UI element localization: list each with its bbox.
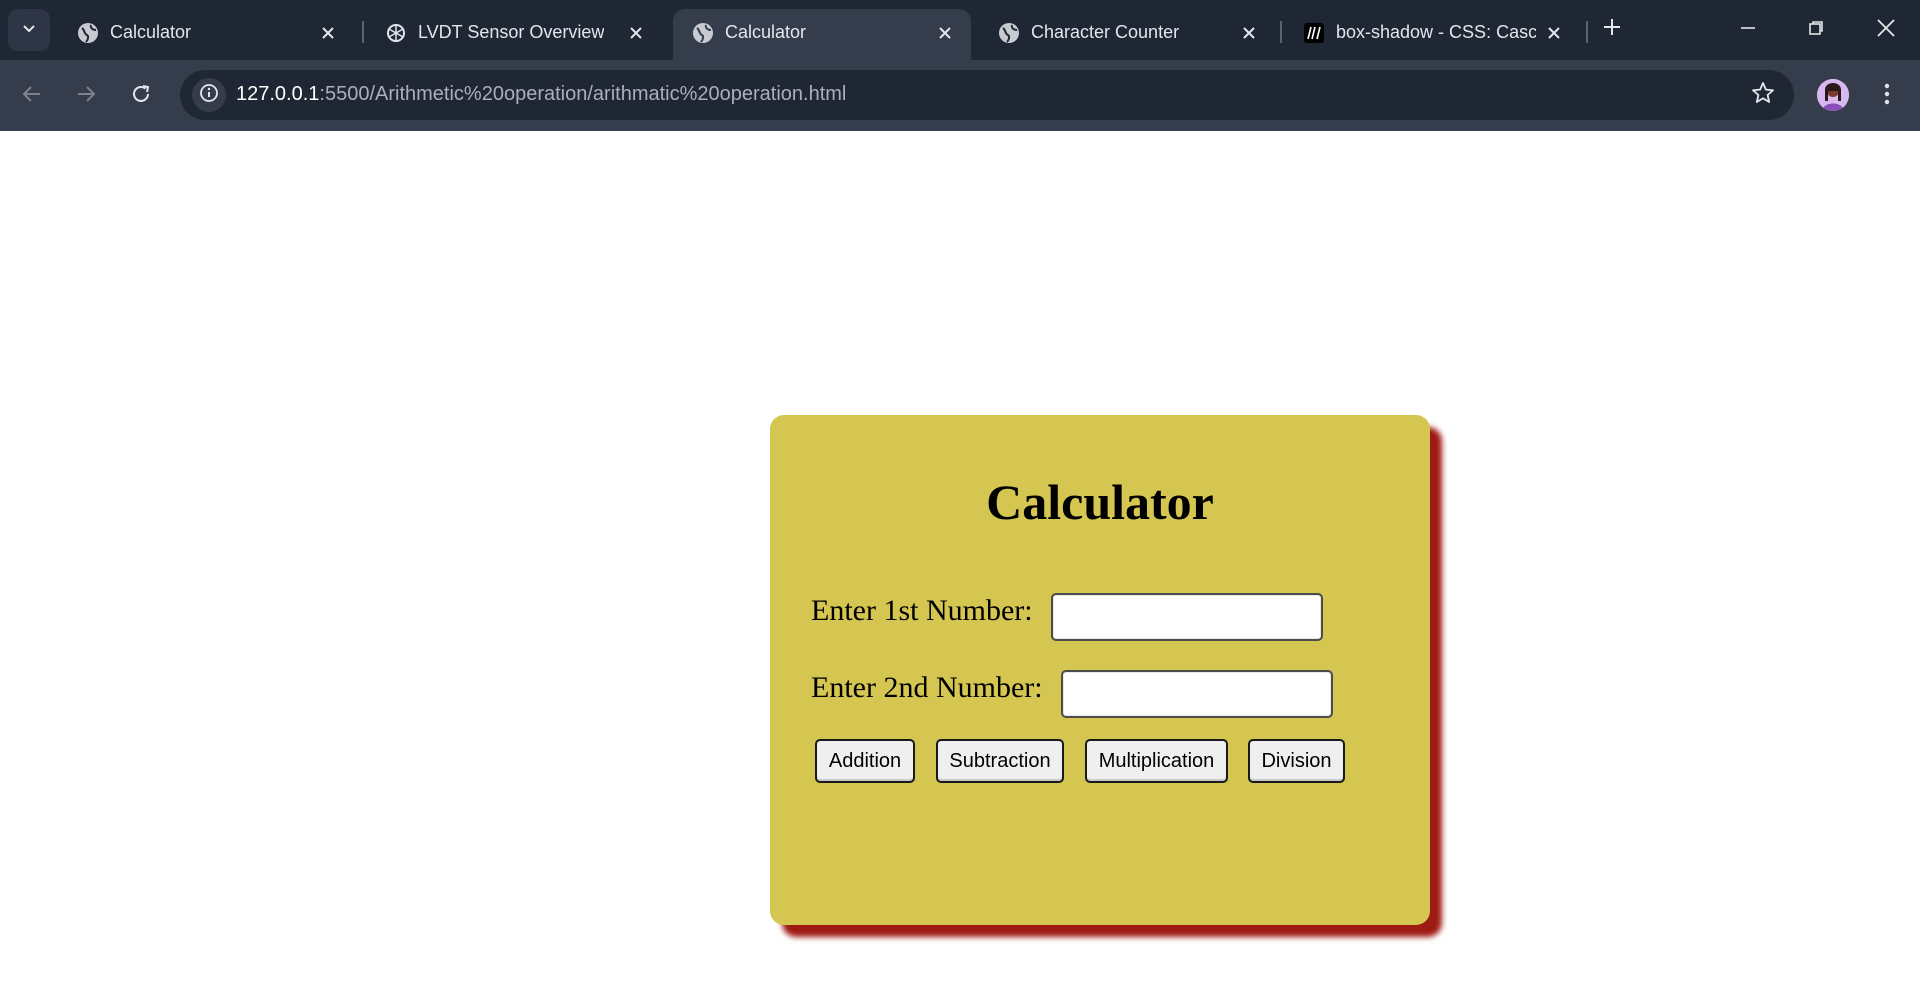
browser-toolbar: 127.0.0.1:5500/Arithmetic%20operation/ar… [0, 60, 1920, 131]
restore-icon [1808, 20, 1824, 41]
close-icon[interactable] [1542, 21, 1566, 45]
url-path: :5500/Arithmetic%20operation/arithmatic%… [319, 83, 847, 105]
tab-separator [1586, 21, 1588, 43]
first-number-input[interactable] [1051, 593, 1323, 641]
tab-separator [1280, 21, 1282, 43]
multiplication-button[interactable]: Multiplication [1085, 739, 1228, 783]
second-number-input[interactable] [1061, 670, 1333, 718]
more-vertical-icon [1884, 83, 1890, 110]
forward-button[interactable] [66, 76, 106, 116]
site-info-button[interactable] [192, 78, 226, 112]
tab-title: Calculator [725, 22, 807, 42]
tab-character-counter[interactable]: Character Counter [979, 9, 1275, 60]
tab-calculator-1[interactable]: Calculator [58, 9, 354, 60]
second-number-label: Enter 2nd Number: [811, 671, 1043, 704]
window-close-button[interactable] [1858, 8, 1914, 52]
tab-lvdt-sensor[interactable]: LVDT Sensor Overview [366, 9, 662, 60]
back-button[interactable] [12, 76, 52, 116]
browser-menu-button[interactable] [1872, 76, 1902, 116]
restore-button[interactable] [1788, 8, 1844, 52]
first-number-label: Enter 1st Number: [811, 594, 1033, 627]
chatgpt-icon [384, 21, 408, 45]
arrow-left-icon [21, 83, 43, 110]
star-icon [1751, 81, 1775, 110]
globe-icon [76, 21, 100, 45]
globe-icon [691, 21, 715, 45]
tab-separator [362, 21, 364, 43]
tab-title: LVDT Sensor Overview [418, 22, 605, 42]
info-icon [199, 83, 219, 108]
close-icon[interactable] [316, 21, 340, 45]
reload-button[interactable] [121, 76, 161, 116]
tab-title: Character Counter [1031, 22, 1180, 42]
reload-icon [130, 83, 152, 110]
address-bar[interactable]: 127.0.0.1:5500/Arithmetic%20operation/ar… [180, 70, 1794, 120]
close-icon[interactable] [1237, 21, 1261, 45]
mdn-icon [1302, 21, 1326, 45]
minimize-button[interactable] [1720, 8, 1776, 52]
tab-title: Calculator [110, 22, 192, 42]
minimize-icon [1740, 20, 1756, 41]
close-icon [1877, 18, 1895, 42]
tab-box-shadow-mdn[interactable]: box-shadow - CSS: Casca [1284, 9, 1580, 60]
chevron-down-icon [21, 20, 37, 41]
tab-strip: Calculator LVDT Sensor Overview Calculat… [0, 0, 1920, 60]
globe-icon [997, 21, 1021, 45]
close-icon[interactable] [624, 21, 648, 45]
profile-avatar[interactable] [1817, 79, 1849, 111]
tab-calculator-active[interactable]: Calculator [673, 9, 971, 60]
close-icon[interactable] [933, 21, 957, 45]
plus-icon [1603, 18, 1621, 41]
page-viewport: Calculator Enter 1st Number: Enter 2nd N… [0, 131, 1920, 1008]
tab-title: box-shadow - CSS: Casca [1336, 22, 1536, 42]
subtraction-button[interactable]: Subtraction [936, 739, 1064, 783]
url-host: 127.0.0.1 [236, 83, 320, 105]
tab-search-button[interactable] [8, 9, 50, 51]
addition-button[interactable]: Addition [815, 739, 915, 783]
page-title: Calculator [986, 474, 1214, 530]
division-button[interactable]: Division [1248, 739, 1345, 783]
calculator-card: Calculator Enter 1st Number: Enter 2nd N… [770, 415, 1430, 925]
arrow-right-icon [75, 83, 97, 110]
url-text: 127.0.0.1:5500/Arithmetic%20operation/ar… [236, 83, 846, 106]
new-tab-button[interactable] [1596, 13, 1628, 45]
bookmark-star-button[interactable] [1750, 81, 1776, 110]
